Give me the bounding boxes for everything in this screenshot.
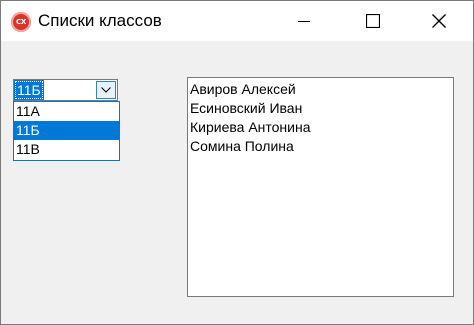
- minimize-icon: [298, 21, 310, 22]
- maximize-icon: [366, 14, 380, 28]
- minimize-button[interactable]: [281, 1, 327, 41]
- class-option-11b[interactable]: 11Б: [14, 121, 119, 140]
- class-dropdown-list[interactable]: 11А 11Б 11В: [13, 101, 120, 161]
- maximize-button[interactable]: [350, 1, 396, 41]
- cx-app-icon[interactable]: CX: [11, 12, 31, 32]
- student-item[interactable]: Сомина Полина: [188, 137, 453, 156]
- window-title: Списки классов: [38, 11, 162, 30]
- main-window: CX Списки классов 11Б 11А 11Б 11В Авиров…: [0, 0, 474, 325]
- class-combobox[interactable]: 11Б: [13, 79, 118, 101]
- app-icon-label: CX: [16, 18, 26, 26]
- title-bar[interactable]: CX Списки классов: [1, 1, 473, 41]
- student-item[interactable]: Кириева Антонина: [188, 118, 453, 137]
- chevron-down-icon: [101, 87, 111, 93]
- class-combobox-value[interactable]: 11Б: [15, 81, 43, 99]
- students-listbox[interactable]: Авиров Алексей Есиновский Иван Кириева А…: [187, 77, 454, 297]
- student-item[interactable]: Есиновский Иван: [188, 99, 453, 118]
- class-option-11v[interactable]: 11В: [14, 140, 119, 159]
- dropdown-button[interactable]: [96, 81, 116, 99]
- close-icon: [432, 14, 446, 28]
- close-button[interactable]: [416, 1, 462, 41]
- class-option-11a[interactable]: 11А: [14, 102, 119, 121]
- student-item[interactable]: Авиров Алексей: [188, 80, 453, 99]
